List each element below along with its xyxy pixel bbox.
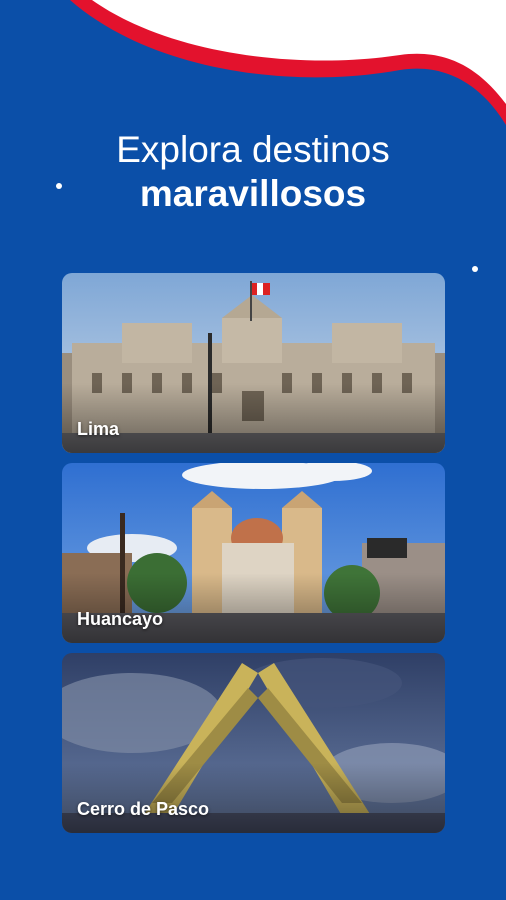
destination-card-huancayo[interactable]: Huancayo	[62, 463, 445, 643]
destination-name: Lima	[77, 419, 120, 439]
card-shade	[62, 383, 445, 453]
card-shade	[62, 573, 445, 643]
destination-card-cerro-de-pasco[interactable]: Cerro de Pasco	[62, 653, 445, 833]
page-heading: Explora destinos maravillosos	[0, 128, 506, 216]
destination-name: Cerro de Pasco	[77, 799, 210, 819]
card-shade	[62, 763, 445, 833]
decorative-dot	[472, 266, 478, 272]
destination-card-lima[interactable]: Lima	[62, 273, 445, 453]
heading-line-1: Explora destinos	[116, 129, 390, 170]
destination-name: Huancayo	[77, 609, 164, 629]
heading-line-2: maravillosos	[139, 173, 367, 214]
